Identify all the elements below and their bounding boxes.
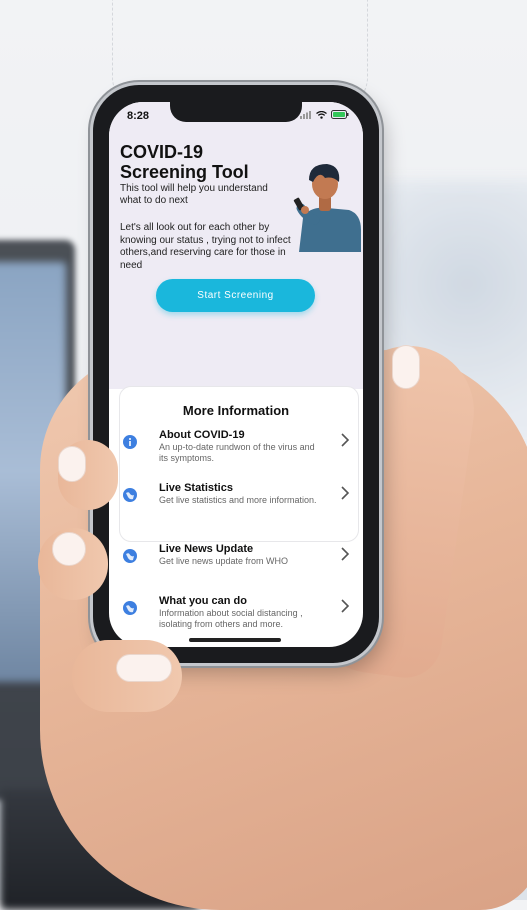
status-icons [300, 110, 349, 119]
list-item-description: Get live statistics and more information… [159, 495, 317, 505]
list-item-about-covid[interactable]: About COVID-19 An up-to-date rundwon of … [109, 429, 363, 473]
globe-icon [123, 549, 137, 563]
home-indicator[interactable] [189, 638, 281, 642]
thumbnail [392, 345, 420, 389]
start-screening-button[interactable]: Start Screening [156, 279, 315, 312]
list-item-what-you-can-do[interactable]: What you can do Information about social… [109, 595, 363, 639]
list-item-label: What you can do [159, 595, 247, 607]
battery-icon [331, 110, 349, 119]
more-info-title: More Information [182, 403, 290, 418]
chevron-right-icon [341, 599, 350, 613]
list-item-live-statistics[interactable]: Live Statistics Get live statistics and … [109, 482, 363, 526]
list-item-description: An up-to-date rundwon of the virus and i… [159, 442, 315, 463]
fingernail [52, 532, 86, 566]
chevron-right-icon [341, 547, 350, 561]
signal-icon [300, 110, 311, 119]
phone-device: 8:28 COVID-19 Screening Tool This tool w… [93, 85, 379, 663]
globe-icon [123, 488, 137, 502]
list-item-description: Get live news update from WHO [159, 556, 289, 566]
chevron-right-icon [341, 433, 350, 447]
list-item-label: Live Statistics [159, 482, 233, 494]
list-item-label: About COVID-19 [159, 429, 245, 441]
phone-notch [170, 102, 302, 122]
globe-icon [123, 601, 137, 615]
list-item-live-news[interactable]: Live News Update Get live news update fr… [109, 543, 363, 587]
app-screen: 8:28 COVID-19 Screening Tool This tool w… [109, 102, 363, 647]
fingernail [116, 654, 172, 682]
page-subtitle: This tool will help you understand what … [120, 183, 268, 206]
list-item-label: Live News Update [159, 543, 254, 555]
wifi-icon [316, 110, 327, 119]
status-time: 8:28 [127, 110, 150, 122]
page-title: COVID-19 Screening Tool [120, 142, 249, 182]
list-item-description: Information about social distancing , is… [159, 608, 303, 629]
person-phone-illustration [293, 164, 361, 252]
chevron-right-icon [341, 486, 350, 500]
page-description: Let's all look out for each other by kno… [120, 222, 291, 271]
fingernail [58, 446, 86, 482]
info-icon [123, 435, 137, 449]
